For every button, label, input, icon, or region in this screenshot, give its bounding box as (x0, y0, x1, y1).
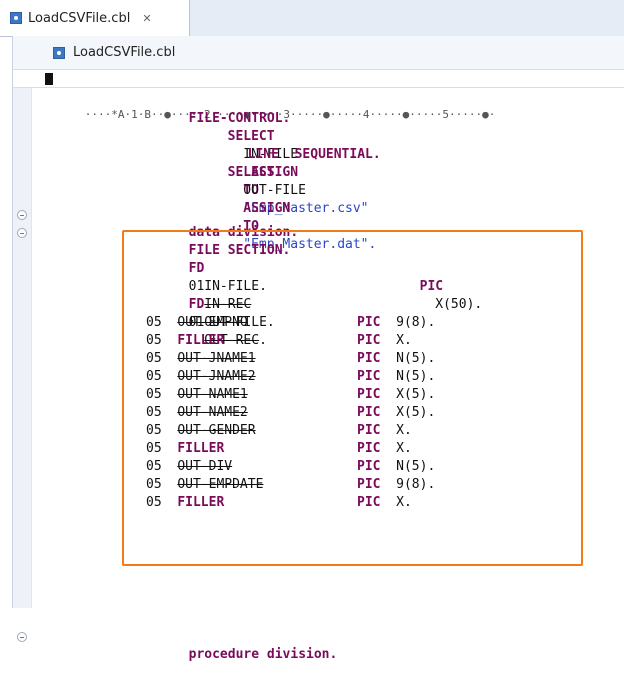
code-line: data division. (126, 206, 299, 240)
code-line: SELECT IN-FILE ASSIGN TO "Emp_Master.csv… (165, 110, 369, 216)
cobol-file-icon (53, 46, 65, 59)
identifier: OUT-FILE (243, 183, 306, 198)
code-line: procedure division. (126, 628, 338, 662)
file-header-label: LoadCSVFile.cbl (73, 45, 176, 60)
column-ruler: ····*A·1·B··●·····2·····●·····3·····●···… (13, 70, 624, 121)
fold-toggle-icon[interactable] (17, 228, 27, 238)
code-line: FILE-CONTROL. (126, 92, 291, 126)
highlight-box (122, 230, 583, 566)
code-line: LINE SEQUENTIAL. (185, 128, 381, 162)
ide-window: LoadCSVFile.cbl ✕ LoadCSVFile.cbl ····*A… (0, 0, 624, 662)
tab-label: LoadCSVFile.cbl (28, 10, 131, 26)
keyword: SELECT (227, 165, 275, 180)
editor-tab-strip: LoadCSVFile.cbl ✕ (0, 0, 624, 37)
cobol-file-icon (10, 12, 22, 24)
close-icon[interactable]: ✕ (142, 12, 151, 25)
keyword: procedure division. (188, 647, 338, 662)
fold-toggle-icon[interactable] (17, 632, 27, 642)
editor-tab-loadcsvfile[interactable]: LoadCSVFile.cbl ✕ (0, 0, 190, 36)
editor-file-header: LoadCSVFile.cbl (13, 36, 624, 70)
fold-toggle-icon[interactable] (17, 210, 27, 220)
code-line: SELECT OUT-FILE ASSIGN TO "Emp_Master.da… (165, 146, 377, 252)
ruler-cursor-marker (45, 73, 53, 85)
